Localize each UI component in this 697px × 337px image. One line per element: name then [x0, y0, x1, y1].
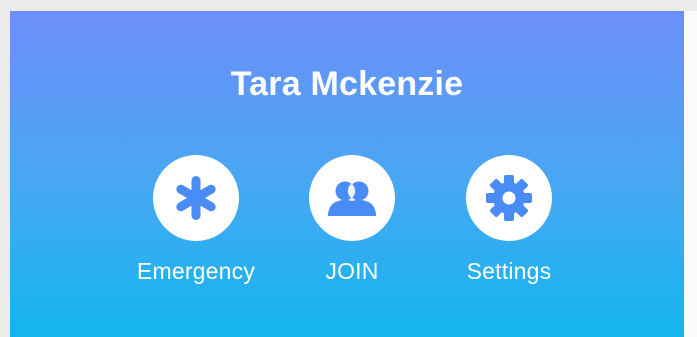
emergency-label: Emergency — [136, 258, 256, 284]
user-name: Tara Mckenzie — [230, 65, 464, 103]
emergency-icon-circle — [153, 155, 239, 241]
action-bar: Emergency JOIN Settings — [10, 155, 684, 295]
join-label: JOIN — [325, 258, 379, 284]
join-button[interactable]: JOIN — [277, 155, 427, 285]
people-icon — [328, 181, 376, 216]
emergency-button[interactable]: Emergency — [121, 155, 271, 285]
page: Tara Mckenzie Emergency JOIN Settings — [0, 0, 697, 337]
settings-button[interactable]: Settings — [434, 155, 584, 285]
settings-icon-circle — [466, 155, 552, 241]
join-icon-circle — [309, 155, 395, 241]
profile-card: Tara Mckenzie Emergency JOIN Settings — [10, 11, 684, 337]
right-edge-strip — [684, 11, 697, 337]
asterisk-icon — [176, 176, 216, 220]
gear-icon — [486, 175, 532, 221]
settings-label: Settings — [466, 258, 552, 284]
